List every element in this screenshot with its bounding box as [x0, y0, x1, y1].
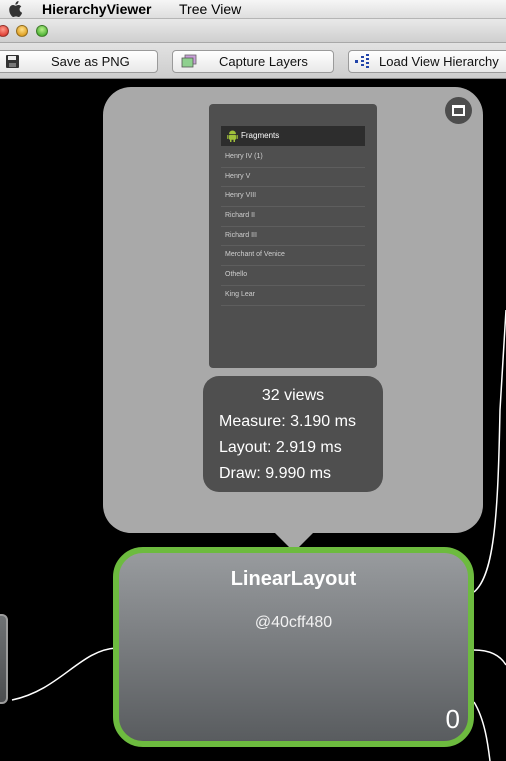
- tree-view-menu[interactable]: Tree View: [179, 1, 241, 17]
- close-window-button[interactable]: [0, 25, 9, 37]
- node-preview-popup: Fragments Henry IV (1) Henry V Henry VII…: [103, 87, 483, 533]
- view-screenshot-preview: Fragments Henry IV (1) Henry V Henry VII…: [209, 104, 377, 368]
- capture-layers-label: Capture Layers: [219, 54, 308, 69]
- list-item: King Lear: [221, 286, 365, 306]
- draw-time: Draw: 9.990 ms: [219, 465, 332, 482]
- list-item: Richard II: [221, 207, 365, 227]
- list-item: Othello: [221, 266, 365, 286]
- load-view-hierarchy-button[interactable]: Load View Hierarchy: [348, 50, 506, 73]
- tree-canvas[interactable]: Fragments Henry IV (1) Henry V Henry VII…: [0, 80, 506, 761]
- selected-tree-node[interactable]: LinearLayout @40cff480 0: [113, 547, 474, 747]
- zoom-window-button[interactable]: [36, 25, 48, 37]
- list-item: Merchant of Venice: [221, 246, 365, 267]
- app-menu[interactable]: HierarchyViewer: [42, 1, 151, 17]
- list-item: Henry IV (1): [221, 148, 365, 168]
- sibling-node-left[interactable]: [0, 614, 8, 704]
- toolbar: Save as PNG Capture Layers Load View Hie…: [0, 43, 506, 79]
- window-titlebar: [0, 19, 506, 43]
- view-count: 32 views: [261, 387, 325, 404]
- list-item: Henry VIII: [221, 187, 365, 208]
- android-icon: [227, 130, 238, 142]
- layers-icon: [181, 54, 197, 68]
- list-item: Henry V: [221, 168, 365, 188]
- list-item: Richard III: [221, 227, 365, 247]
- layout-time: Layout: 2.919 ms: [219, 439, 342, 456]
- maximize-preview-button[interactable]: [445, 97, 472, 124]
- node-class-name: LinearLayout: [230, 568, 357, 590]
- floppy-disk-icon: [6, 55, 19, 68]
- menu-bar: HierarchyViewer Tree View: [0, 0, 506, 19]
- node-index: 0: [445, 704, 460, 734]
- save-as-png-label: Save as PNG: [51, 54, 130, 69]
- maximize-icon: [452, 105, 465, 116]
- render-stats-panel: 32 views Measure: 3.190 ms Layout: 2.919…: [203, 376, 383, 492]
- save-as-png-button[interactable]: Save as PNG: [0, 50, 158, 73]
- capture-layers-button[interactable]: Capture Layers: [172, 50, 334, 73]
- apple-icon[interactable]: [8, 1, 22, 17]
- preview-list: Henry IV (1) Henry V Henry VIII Richard …: [221, 148, 365, 306]
- node-id: @40cff480: [254, 614, 333, 631]
- preview-action-bar: Fragments: [221, 126, 365, 146]
- preview-action-bar-title: Fragments: [241, 131, 280, 140]
- load-view-hierarchy-label: Load View Hierarchy: [379, 54, 499, 69]
- hierarchy-icon: [355, 54, 369, 68]
- measure-time: Measure: 3.190 ms: [219, 413, 356, 430]
- minimize-window-button[interactable]: [16, 25, 28, 37]
